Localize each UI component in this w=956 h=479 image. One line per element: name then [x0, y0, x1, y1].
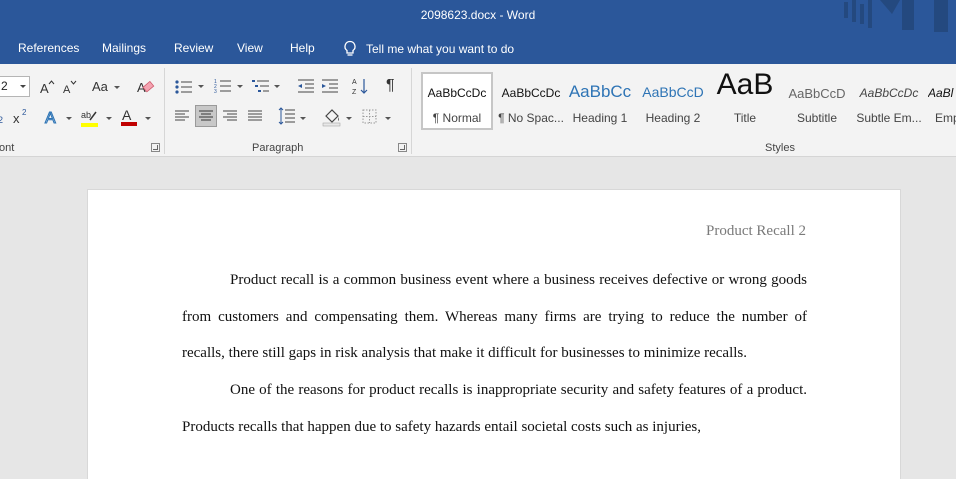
style-sample: AaBbCc: [568, 82, 632, 101]
grow-font-icon[interactable]: A: [39, 79, 55, 95]
tell-me-label: Tell me what you want to do: [366, 41, 515, 56]
chevron-down-icon: [385, 117, 391, 120]
chevron-down-icon: [145, 117, 151, 120]
chevron-down-icon: [274, 85, 280, 88]
svg-text:A: A: [63, 84, 71, 95]
style-sample: AaBbCcDc: [501, 86, 561, 100]
svg-text:A: A: [122, 107, 132, 123]
group-divider: [411, 68, 412, 154]
text-effects-icon[interactable]: A: [44, 108, 62, 126]
style-sample: AaBbCcD: [788, 86, 846, 101]
tab-mailings[interactable]: Mailings: [102, 41, 146, 55]
title-bar: 2098623.docx - Word: [0, 0, 956, 32]
document-body[interactable]: Product recall is a common business even…: [182, 262, 807, 446]
style-sample: AaBbCcDc: [427, 86, 487, 100]
chevron-down-icon: [300, 117, 306, 120]
superscript-icon[interactable]: x 2: [13, 108, 31, 126]
style-name: ¶ Normal: [432, 111, 482, 125]
decrease-indent-icon[interactable]: [297, 78, 315, 96]
chevron-down-icon: [346, 117, 352, 120]
style-name: Heading 1: [572, 111, 628, 125]
borders-icon[interactable]: [362, 109, 378, 125]
document-page[interactable]: Product Recall 2 Product recall is a com…: [87, 189, 901, 479]
font-color-icon[interactable]: A: [120, 107, 138, 127]
svg-text:ab: ab: [81, 110, 91, 120]
paragraph-group-label: Paragraph: [252, 142, 304, 154]
align-right-icon[interactable]: [222, 109, 238, 123]
svg-text:x: x: [13, 111, 20, 126]
tell-me-search[interactable]: Tell me what you want to do: [343, 40, 514, 57]
increase-indent-icon[interactable]: [321, 78, 339, 96]
style-subtle-emphasis[interactable]: AaBbCcDc Subtle Em...: [856, 74, 922, 130]
font-group-label: ont: [0, 142, 15, 154]
style-heading-2[interactable]: AaBbCcD Heading 2: [640, 74, 706, 130]
style-title[interactable]: AaB Title: [710, 68, 780, 130]
style-name: Emp: [935, 111, 956, 125]
page-header: Product Recall 2: [706, 223, 806, 239]
style-no-spacing[interactable]: AaBbCcDc ¶ No Spac...: [495, 74, 567, 130]
style-sample: AaBbCcDc: [859, 86, 919, 100]
style-normal[interactable]: AaBbCcDc ¶ Normal: [421, 72, 493, 130]
svg-text:3: 3: [214, 89, 217, 95]
svg-text:Z: Z: [352, 89, 357, 96]
window-title: 2098623.docx - Word: [420, 8, 536, 22]
tab-view[interactable]: View: [237, 41, 263, 55]
group-divider: [164, 68, 165, 154]
chevron-down-icon: [198, 85, 204, 88]
paragraph: One of the reasons for product recalls i…: [182, 382, 807, 435]
font-size-box[interactable]: 2: [0, 76, 30, 97]
shading-icon[interactable]: [322, 107, 342, 127]
sort-icon[interactable]: AZ: [352, 77, 370, 97]
style-subtitle[interactable]: AaBbCcD Subtitle: [784, 74, 850, 130]
numbering-icon[interactable]: 123: [214, 78, 232, 96]
lightbulb-icon: [344, 40, 356, 56]
clear-formatting-icon[interactable]: A: [137, 78, 155, 96]
svg-text:2: 2: [22, 108, 27, 117]
chevron-down-icon: [66, 117, 72, 120]
align-center-icon: [199, 110, 213, 121]
font-size-value: 2: [1, 79, 8, 93]
subscript-icon[interactable]: 2: [0, 110, 8, 126]
chevron-down-icon: [237, 85, 243, 88]
multilevel-list-icon[interactable]: [252, 78, 270, 96]
chevron-down-icon: [114, 86, 120, 89]
chevron-down-icon: [20, 85, 26, 88]
style-name: Subtitle: [796, 111, 838, 125]
title-bar-decoration: [844, 0, 948, 32]
highlight-color-icon[interactable]: ab: [80, 108, 100, 128]
style-name: Heading 2: [645, 111, 701, 125]
shrink-font-icon[interactable]: A: [62, 79, 78, 95]
svg-text:A: A: [352, 79, 357, 86]
ribbon: 2 A A Aa A 2 x 2 A ab A ont 1 2 3 A Z ¶ …: [0, 64, 956, 157]
paragraph: Product recall is a common business even…: [182, 272, 807, 362]
style-sample: AaBbCcD: [642, 84, 704, 100]
font-dialog-launcher-icon[interactable]: [151, 143, 160, 152]
style-sample: AaB: [716, 68, 774, 101]
svg-text:A: A: [40, 81, 49, 95]
tab-references[interactable]: References: [18, 41, 79, 55]
tab-help[interactable]: Help: [290, 41, 315, 55]
styles-group-label: Styles: [765, 142, 795, 154]
style-name: Title: [733, 111, 757, 125]
style-emphasis[interactable]: AaBl Emp: [928, 74, 956, 130]
align-center-button[interactable]: [195, 105, 217, 127]
svg-text:A: A: [45, 110, 56, 126]
show-hide-marks-icon[interactable]: ¶: [386, 77, 395, 95]
style-heading-1[interactable]: AaBbCc Heading 1: [568, 74, 632, 130]
style-sample: AaBl: [928, 86, 954, 100]
ribbon-tabs: References Mailings Review View Help Tel…: [0, 32, 956, 64]
svg-text:2: 2: [0, 115, 3, 125]
chevron-down-icon: [106, 117, 112, 120]
change-case-button[interactable]: Aa: [92, 79, 108, 94]
align-left-icon[interactable]: [174, 109, 190, 123]
style-name: ¶ No Spac...: [498, 111, 564, 125]
tab-review[interactable]: Review: [174, 41, 213, 55]
justify-icon[interactable]: [247, 109, 263, 123]
style-name: Subtle Em...: [856, 111, 922, 125]
paragraph-dialog-launcher-icon[interactable]: [398, 143, 407, 152]
bullets-icon[interactable]: [175, 79, 193, 95]
line-spacing-icon[interactable]: [278, 107, 296, 125]
